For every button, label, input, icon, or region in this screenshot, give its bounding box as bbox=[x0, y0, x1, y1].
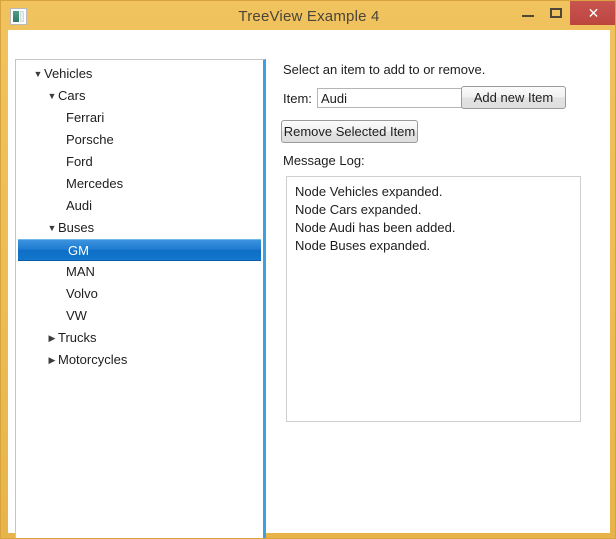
remove-selected-item-button[interactable]: Remove Selected Item bbox=[281, 120, 418, 143]
tree-node-label: VW bbox=[66, 308, 87, 323]
tree-node-label: Trucks bbox=[58, 330, 97, 345]
tree-node-label: Mercedes bbox=[66, 176, 124, 191]
tree-node-label: Porsche bbox=[66, 132, 114, 147]
application-window: TreeView Example 4 ✕ ▼ Vehicles ▼ Cars F… bbox=[0, 0, 616, 539]
tree-node-motorcycles[interactable]: ▶ Motorcycles bbox=[16, 349, 263, 371]
tree-node-audi[interactable]: Audi bbox=[16, 195, 263, 217]
item-input[interactable] bbox=[317, 88, 465, 108]
log-line: Node Vehicles expanded. bbox=[295, 184, 443, 199]
tree-node-list: ▼ Vehicles ▼ Cars Ferrari Porsche Ford M… bbox=[16, 63, 263, 371]
tree-node-ferrari[interactable]: Ferrari bbox=[16, 107, 263, 129]
tree-node-label: Audi bbox=[66, 198, 93, 213]
expander-expanded-icon[interactable]: ▼ bbox=[46, 217, 58, 239]
title-bar[interactable]: TreeView Example 4 ✕ bbox=[1, 1, 615, 32]
tree-node-ford[interactable]: Ford bbox=[16, 151, 263, 173]
maximize-button[interactable] bbox=[541, 1, 571, 25]
tree-node-label: Ferrari bbox=[66, 110, 105, 125]
tree-node-label: Ford bbox=[66, 154, 93, 169]
tree-node-man[interactable]: MAN bbox=[16, 261, 263, 283]
item-field-label: Item: bbox=[283, 91, 312, 106]
tree-node-gm[interactable]: GM bbox=[18, 239, 261, 261]
tree-node-label: Volvo bbox=[66, 286, 98, 301]
log-line: Node Audi has been added. bbox=[295, 220, 456, 235]
control-pane: Select an item to add to or remove. Item… bbox=[279, 59, 615, 538]
tree-node-label: Vehicles bbox=[44, 66, 93, 81]
instruction-text: Select an item to add to or remove. bbox=[283, 62, 486, 77]
log-line: Node Buses expanded. bbox=[295, 238, 431, 253]
tree-node-vehicles[interactable]: ▼ Vehicles bbox=[16, 63, 263, 85]
tree-node-porsche[interactable]: Porsche bbox=[16, 129, 263, 151]
tree-node-label: Motorcycles bbox=[58, 352, 128, 367]
expander-collapsed-icon[interactable]: ▶ bbox=[46, 349, 58, 371]
close-button[interactable]: ✕ bbox=[570, 1, 615, 25]
tree-node-mercedes[interactable]: Mercedes bbox=[16, 173, 263, 195]
tree-view[interactable]: ▼ Vehicles ▼ Cars Ferrari Porsche Ford M… bbox=[15, 59, 266, 538]
client-area: ▼ Vehicles ▼ Cars Ferrari Porsche Ford M… bbox=[8, 30, 610, 538]
message-log-textarea[interactable]: Node Vehicles expanded. Node Cars expand… bbox=[286, 176, 581, 422]
tree-node-label: GM bbox=[68, 243, 89, 258]
tree-node-vw[interactable]: VW bbox=[16, 305, 263, 327]
tree-node-label: Cars bbox=[58, 88, 86, 103]
tree-node-label: MAN bbox=[66, 264, 95, 279]
expander-expanded-icon[interactable]: ▼ bbox=[32, 63, 44, 85]
tree-node-label: Buses bbox=[58, 220, 95, 235]
minimize-button[interactable] bbox=[513, 1, 543, 25]
expander-collapsed-icon[interactable]: ▶ bbox=[46, 327, 58, 349]
log-line: Node Cars expanded. bbox=[295, 202, 422, 217]
tree-node-volvo[interactable]: Volvo bbox=[16, 283, 263, 305]
expander-expanded-icon[interactable]: ▼ bbox=[46, 85, 58, 107]
tree-node-buses[interactable]: ▼ Buses bbox=[16, 217, 263, 239]
message-log-label: Message Log: bbox=[283, 153, 365, 168]
tree-node-trucks[interactable]: ▶ Trucks bbox=[16, 327, 263, 349]
tree-node-cars[interactable]: ▼ Cars bbox=[16, 85, 263, 107]
add-new-item-button[interactable]: Add new Item bbox=[461, 86, 566, 109]
